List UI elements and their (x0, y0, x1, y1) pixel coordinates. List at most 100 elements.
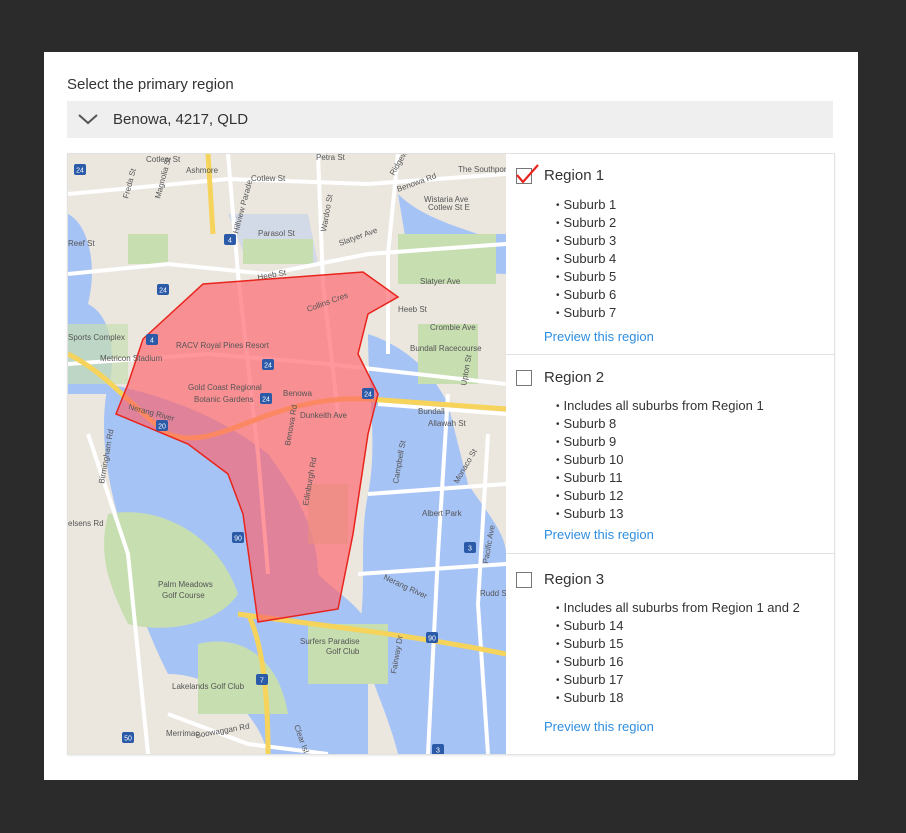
map-label: The Southport (458, 165, 506, 174)
region-list: Region 1 Suburb 1 Suburb 2 Suburb 3 Subu… (506, 154, 834, 754)
selected-location: Benowa, 4217, QLD (113, 111, 249, 128)
list-item: Suburb 7 (556, 304, 617, 322)
list-item: Suburb 18 (556, 689, 800, 707)
map-label: Reef St (68, 239, 95, 248)
map-label: Petra St (316, 154, 346, 162)
map-label: Botanic Gardens (194, 395, 254, 404)
list-item: Includes all suburbs from Region 1 and 2 (556, 599, 800, 617)
region-title: Region 2 (544, 369, 605, 386)
map-canvas[interactable]: Cotlew StPetra StAshmoreCotlew StRidgewa… (68, 154, 506, 754)
region-dropdown[interactable]: Benowa, 4217, QLD (67, 101, 833, 138)
route-shield: 90 (232, 532, 244, 543)
list-item: Suburb 17 (556, 671, 800, 689)
chevron-down-icon (77, 112, 99, 131)
list-item: Suburb 2 (556, 214, 617, 232)
map-label: Metricon Stadium (100, 354, 163, 363)
svg-text:3: 3 (468, 546, 472, 553)
svg-text:4: 4 (228, 238, 232, 245)
map-label: Albert Park (422, 509, 463, 518)
map-label: Parasol St (258, 229, 296, 238)
map-label: RACV Royal Pines Resort (176, 341, 270, 350)
svg-text:90: 90 (428, 636, 436, 643)
list-item: Suburb 4 (556, 250, 617, 268)
svg-text:50: 50 (124, 736, 132, 743)
map-label: Heeb St (398, 305, 428, 314)
suburb-list: Includes all suburbs from Region 1 and 2… (556, 599, 800, 707)
svg-text:20: 20 (158, 424, 166, 431)
map-label: Surfers Paradise (300, 637, 360, 646)
map-label: Golf Course (162, 591, 205, 600)
region-title: Region 1 (544, 167, 605, 184)
route-shield: 20 (156, 420, 168, 431)
region-1-option: Region 1 Suburb 1 Suburb 2 Suburb 3 Subu… (506, 154, 834, 355)
suburb-list: Includes all suburbs from Region 1 Subur… (556, 397, 764, 523)
region-2-option: Region 2 Includes all suburbs from Regio… (506, 354, 834, 554)
map-label: Allawah St (428, 419, 467, 428)
route-shield: 24 (362, 388, 374, 399)
svg-text:24: 24 (364, 392, 372, 399)
route-shield: 4 (224, 234, 236, 245)
route-shield: 7 (256, 674, 268, 685)
svg-text:3: 3 (436, 748, 440, 755)
map-label: Lakelands Golf Club (172, 682, 245, 691)
map-label: Rudd St (480, 589, 506, 598)
svg-text:7: 7 (260, 678, 264, 685)
map-region-panel: Cotlew StPetra StAshmoreCotlew StRidgewa… (67, 153, 835, 755)
region-3-checkbox[interactable] (516, 572, 532, 588)
map-label: Slatyer Ave (420, 277, 461, 286)
list-item: Suburb 6 (556, 286, 617, 304)
map-label: Gold Coast Regional (188, 383, 262, 392)
route-shield: 24 (260, 393, 272, 404)
svg-text:24: 24 (264, 363, 272, 370)
region-2-checkbox[interactable] (516, 370, 532, 386)
list-item: Suburb 5 (556, 268, 617, 286)
list-item: Suburb 8 (556, 415, 764, 433)
region-title: Region 3 (544, 571, 605, 588)
route-shield: 3 (432, 744, 444, 754)
map-label: elsens Rd (68, 519, 104, 528)
list-item: Suburb 3 (556, 232, 617, 250)
svg-text:24: 24 (76, 168, 84, 175)
map-label: Palm Meadows (158, 580, 213, 589)
svg-text:4: 4 (150, 338, 154, 345)
svg-text:24: 24 (262, 397, 270, 404)
map[interactable]: Cotlew StPetra StAshmoreCotlew StRidgewa… (68, 154, 506, 754)
list-item: Suburb 15 (556, 635, 800, 653)
map-label: Benowa (283, 389, 312, 398)
list-item: Suburb 16 (556, 653, 800, 671)
map-label: Cotlew St E (428, 203, 470, 212)
list-item: Suburb 9 (556, 433, 764, 451)
svg-text:90: 90 (234, 536, 242, 543)
map-label: Dunkeith Ave (300, 411, 348, 420)
route-shield: 24 (157, 284, 169, 295)
checkmark-icon (516, 164, 539, 184)
map-label: Golf Club (326, 647, 360, 656)
list-item: Suburb 10 (556, 451, 764, 469)
svg-text:24: 24 (159, 288, 167, 295)
map-label: Ashmore (186, 166, 219, 175)
list-item: Suburb 14 (556, 617, 800, 635)
preview-region-3-link[interactable]: Preview this region (544, 719, 654, 734)
preview-region-1-link[interactable]: Preview this region (544, 329, 654, 344)
region-selector-card: Select the primary region Benowa, 4217, … (44, 52, 858, 780)
route-shield: 90 (426, 632, 438, 643)
preview-region-2-link[interactable]: Preview this region (544, 527, 654, 542)
suburb-list: Suburb 1 Suburb 2 Suburb 3 Suburb 4 Subu… (556, 196, 617, 322)
route-shield: 24 (262, 359, 274, 370)
region-1-checkbox[interactable] (516, 164, 539, 184)
map-label: Sports Complex (68, 333, 125, 342)
list-item: Suburb 12 (556, 487, 764, 505)
map-label: Cotlew St (251, 174, 286, 183)
list-item: Includes all suburbs from Region 1 (556, 397, 764, 415)
route-shield: 4 (146, 334, 158, 345)
list-item: Suburb 11 (556, 469, 764, 487)
list-item: Suburb 1 (556, 196, 617, 214)
map-label: Bundall Racecourse (410, 344, 482, 353)
map-label: Bundall (418, 407, 445, 416)
page-title: Select the primary region (67, 76, 234, 93)
region-3-option: Region 3 Includes all suburbs from Regio… (506, 553, 834, 753)
route-shield: 3 (464, 542, 476, 553)
route-shield: 24 (74, 164, 86, 175)
route-shield: 50 (122, 732, 134, 743)
map-label: Crombie Ave (430, 323, 476, 332)
